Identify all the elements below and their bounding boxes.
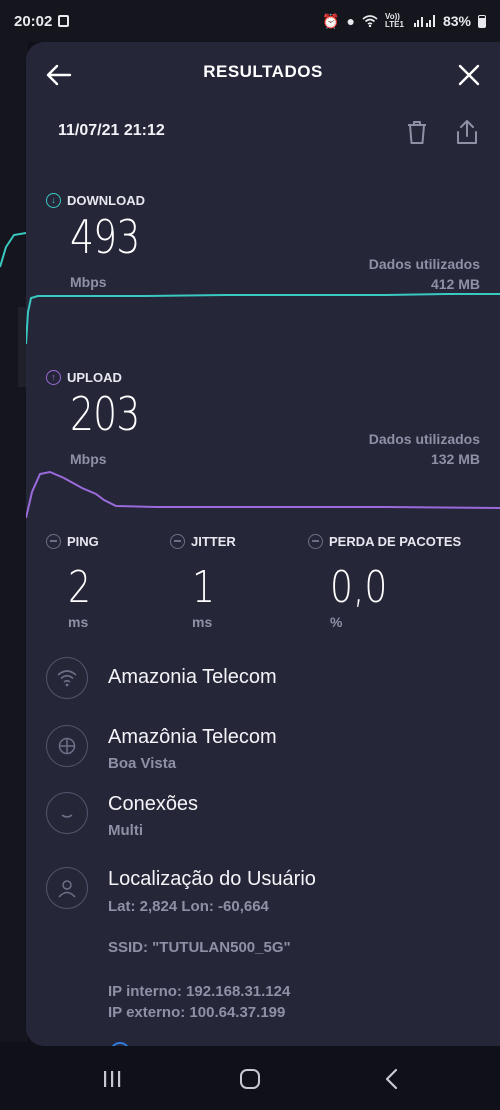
wifi-icon (46, 657, 88, 699)
packet-loss-icon (308, 534, 323, 549)
background-screen (0, 42, 28, 1042)
battery-icon (478, 14, 486, 28)
header: RESULTADOS (26, 42, 500, 106)
jitter-value: 1 (192, 562, 215, 613)
provider-name: Amazonia Telecom (108, 666, 277, 688)
connections-mode: Multi (108, 822, 143, 839)
status-bar: 20:02 ⏰ ● Vo)) LTE1 83% (0, 0, 500, 42)
jitter-label: JITTER (191, 534, 236, 549)
battery-level: 83% (442, 13, 471, 29)
ping-icon (46, 534, 61, 549)
download-data-used-label: Dados utilizados (368, 256, 480, 272)
upload-graph (26, 470, 500, 519)
close-icon (458, 64, 480, 86)
server-name: Amazônia Telecom (108, 726, 277, 748)
recents-icon (104, 1071, 121, 1087)
user-coordinates: Lat: 2,824 Lon: -60,664 (108, 898, 269, 915)
download-header: ↓ DOWNLOAD (46, 193, 145, 208)
download-label: DOWNLOAD (67, 193, 145, 208)
globe-icon (46, 725, 88, 767)
upload-header: ↑ UPLOAD (46, 370, 122, 385)
jitter-icon (170, 534, 185, 549)
share-icon (457, 120, 477, 144)
close-button[interactable] (452, 58, 486, 92)
download-icon: ↓ (46, 193, 61, 208)
packet-loss-label: PERDA DE PACOTES (329, 534, 462, 549)
navigation-bar (0, 1046, 500, 1110)
delete-button[interactable] (404, 118, 430, 146)
user-icon (46, 867, 88, 909)
ip-internal: IP interno: 192.168.31.124 (108, 983, 291, 1000)
page-title: RESULTADOS (203, 62, 323, 81)
notification-icon (58, 15, 70, 27)
back-icon (385, 1068, 398, 1090)
signal-icon (413, 15, 435, 27)
download-graph (26, 293, 500, 345)
connections-row: Conexões Multi (46, 792, 486, 852)
upload-unit: Mbps (70, 451, 107, 467)
home-button[interactable] (230, 1064, 270, 1094)
home-icon (240, 1069, 260, 1089)
server-location: Boa Vista (108, 755, 177, 772)
upload-value: 203 (70, 387, 140, 441)
ping-header: PING (46, 534, 99, 549)
location-icon: ● (346, 13, 355, 29)
connections-title: Conexões (108, 793, 199, 815)
upload-data-used-label: Dados utilizados (368, 431, 480, 447)
user-location-title: Localização do Usuário (108, 868, 316, 890)
status-time: 20:02 (14, 12, 53, 30)
results-sheet: RESULTADOS 11/07/21 21:12 ↓ DOWNLOAD 493… (26, 42, 500, 1046)
recents-button[interactable] (92, 1064, 132, 1094)
packet-loss-value: 0,0 (330, 562, 388, 613)
ping-label: PING (67, 534, 99, 549)
alarm-icon: ⏰ (322, 12, 340, 29)
jitter-header: JITTER (170, 534, 236, 549)
back-nav-button[interactable] (372, 1064, 412, 1094)
user-location-row: Localização do Usuário Lat: 2,824 Lon: -… (46, 867, 486, 1027)
result-date: 11/07/21 21:12 (58, 122, 165, 139)
download-value: 493 (70, 210, 140, 264)
connections-icon (46, 792, 88, 834)
share-button[interactable] (454, 118, 480, 146)
background-graph-line (0, 232, 26, 387)
ping-value: 2 (68, 562, 91, 613)
wifi-status-icon (362, 15, 378, 27)
jitter-unit: ms (192, 614, 213, 630)
ip-external: IP externo: 100.64.37.199 (108, 1004, 286, 1021)
trash-icon (408, 121, 426, 144)
ping-unit: ms (68, 614, 89, 630)
provider-row: Amazonia Telecom (46, 657, 486, 701)
upload-label: UPLOAD (67, 370, 122, 385)
packet-loss-unit: % (330, 614, 343, 630)
upload-data-used: Dados utilizados 132 MB (369, 429, 480, 469)
server-row[interactable]: Amazônia Telecom Boa Vista (46, 725, 486, 785)
ssid: SSID: "TUTULAN500_5G" (108, 939, 291, 956)
network-type: Vo)) LTE1 (384, 12, 404, 29)
upload-icon: ↑ (46, 370, 61, 385)
packet-loss-header: PERDA DE PACOTES (308, 534, 461, 549)
